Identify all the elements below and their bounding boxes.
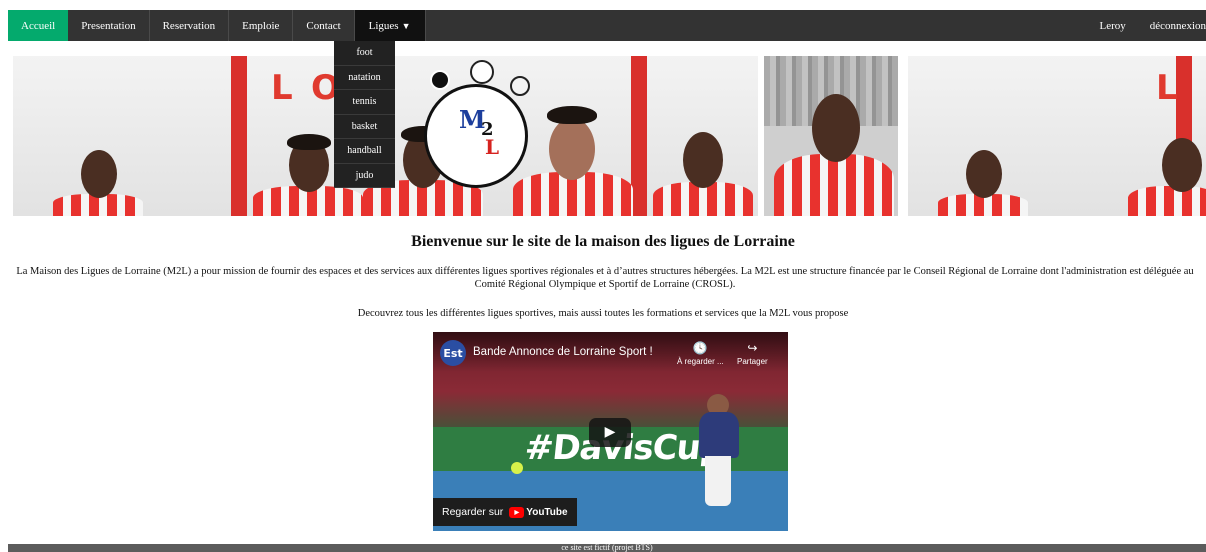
soccer-ball-icon bbox=[510, 76, 530, 96]
page-footer: ce site est fictif (projet BTS) bbox=[8, 544, 1206, 552]
dropdown-item-natation[interactable]: natation bbox=[334, 66, 395, 90]
tennis-ball-icon bbox=[511, 462, 523, 474]
footer-text: ce site est fictif (projet BTS) bbox=[561, 544, 653, 552]
banner-panel-side bbox=[764, 56, 898, 216]
nav-presentation[interactable]: Presentation bbox=[68, 10, 150, 41]
youtube-wordmark: YouTube bbox=[526, 506, 568, 518]
watch-later-button[interactable]: 🕓 À regarder ... bbox=[677, 341, 724, 366]
sub-paragraph: Decouvrez tous les différentes ligues sp… bbox=[357, 308, 849, 319]
top-navbar: Accueil Presentation Reservation Emploie… bbox=[8, 10, 1206, 41]
nav-reservation[interactable]: Reservation bbox=[150, 10, 230, 41]
watch-on-label: Regarder sur bbox=[442, 506, 504, 518]
play-icon: ▶ bbox=[604, 425, 616, 440]
watch-later-label: À regarder ... bbox=[677, 357, 724, 366]
clock-icon: 🕓 bbox=[692, 341, 708, 355]
share-label: Partager bbox=[737, 357, 768, 366]
youtube-play-icon: ▶ bbox=[509, 506, 525, 518]
page-title: Bienvenue sur le site de la maison des l… bbox=[411, 233, 795, 250]
banner-letter-l: L bbox=[271, 68, 293, 108]
dropdown-item-judo[interactable]: judo bbox=[334, 164, 395, 188]
intro-paragraph: La Maison des Ligues de Lorraine (M2L) a… bbox=[16, 266, 1194, 290]
ligues-dropdown-menu: foot natation tennis basket handball jud… bbox=[334, 41, 395, 188]
dropdown-item-tennis[interactable]: tennis bbox=[334, 90, 395, 115]
nav-logout[interactable]: déconnexion bbox=[1138, 10, 1206, 41]
caret-down-icon: ▼ bbox=[401, 20, 411, 31]
m2l-logo: M 2 L bbox=[424, 84, 528, 188]
dropdown-item-basket[interactable]: basket bbox=[334, 115, 395, 139]
nav-ligues-dropdown[interactable]: Ligues ▼ bbox=[354, 10, 426, 41]
play-button[interactable]: ▶ bbox=[589, 418, 631, 447]
banner-letter-l-2: L bbox=[1156, 68, 1178, 108]
channel-avatar[interactable]: Est bbox=[440, 340, 466, 366]
watch-on-youtube-button[interactable]: Regarder sur ▶ YouTube bbox=[433, 498, 577, 526]
dropdown-item-handball[interactable]: handball bbox=[334, 139, 395, 164]
nav-ligues-label: Ligues bbox=[368, 19, 399, 32]
youtube-video-embed[interactable]: #DavisCup Est Bande Annonce de Lorraine … bbox=[433, 332, 788, 531]
share-button[interactable]: ↪ Partager bbox=[737, 341, 768, 366]
video-title[interactable]: Bande Annonce de Lorraine Sport ! bbox=[473, 346, 653, 358]
nav-accueil[interactable]: Accueil bbox=[8, 10, 69, 41]
nav-contact[interactable]: Contact bbox=[293, 10, 355, 41]
banner-panel-right: L bbox=[908, 56, 1206, 216]
nav-user-name[interactable]: Leroy bbox=[1088, 10, 1138, 41]
dropdown-item-foot[interactable]: foot bbox=[334, 41, 395, 66]
nav-right-group: Leroy déconnexion bbox=[1088, 10, 1206, 41]
youtube-logo: ▶ YouTube bbox=[509, 506, 568, 518]
share-arrow-icon: ↪ bbox=[747, 341, 758, 355]
volleyball-icon bbox=[470, 60, 494, 84]
football-icon bbox=[430, 70, 450, 90]
nav-emploie[interactable]: Emploie bbox=[229, 10, 294, 41]
banner-image: L O L bbox=[13, 56, 1206, 216]
